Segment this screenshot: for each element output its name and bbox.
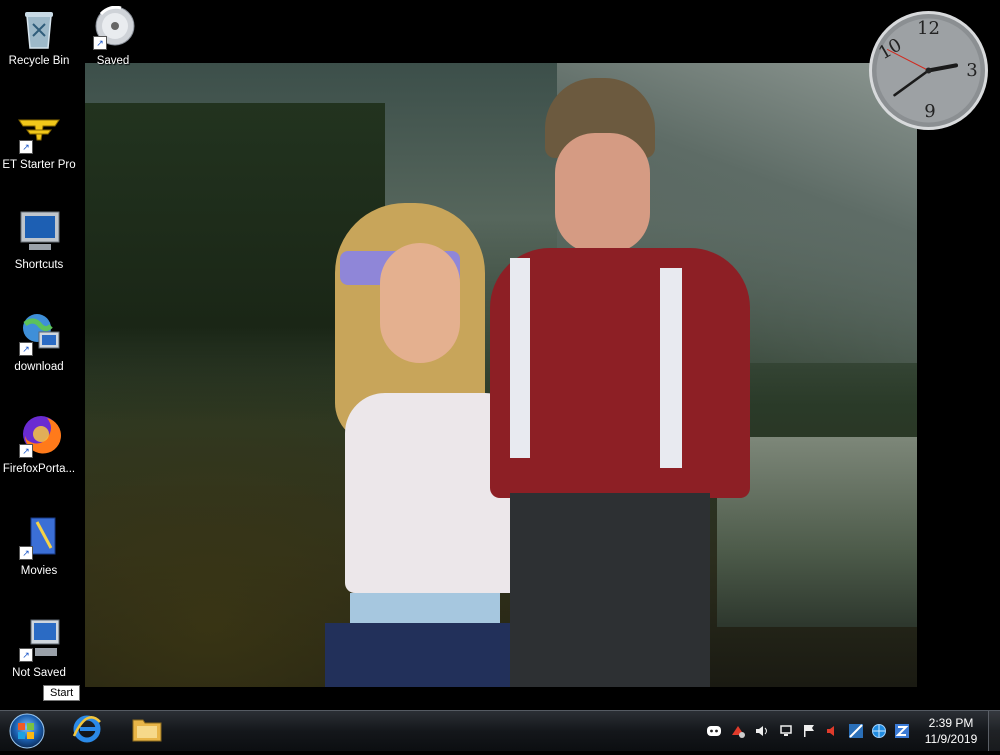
et-logo-icon: ↗ <box>17 110 61 154</box>
taskbar-internet-explorer[interactable] <box>62 714 112 748</box>
display-icon[interactable] <box>848 723 864 739</box>
woman-face <box>380 243 460 363</box>
desktop-icon-label: Movies <box>20 565 58 577</box>
man-pants <box>510 493 710 687</box>
desktop-wallpaper <box>85 63 917 687</box>
shortcut-arrow-icon: ↗ <box>93 36 107 50</box>
man-suspender-left <box>510 258 530 458</box>
network-icon[interactable] <box>778 723 794 739</box>
desktop-icon-label: Saved <box>96 55 130 67</box>
start-button[interactable] <box>4 712 50 750</box>
desktop-icon-recycle-bin[interactable]: Recycle Bin <box>0 6 78 68</box>
desktop-icon-label: Shortcuts <box>14 259 64 271</box>
tray-clock[interactable]: 2:39 PM 11/9/2019 <box>916 715 986 747</box>
desktop-icon-et-starter-pro[interactable]: ↗ ET Starter Pro <box>0 110 78 172</box>
desktop-icon-label: Not Saved <box>12 667 66 679</box>
wallpaper-man-figure <box>480 78 780 687</box>
desktop-icon-label: FirefoxPorta... <box>2 463 76 475</box>
clock-numeral: 3 <box>966 60 977 81</box>
tray-time: 2:39 PM <box>928 716 974 730</box>
folder-icon <box>131 714 163 749</box>
shortcut-arrow-icon: ↗ <box>19 444 33 458</box>
desktop-icon-label: ET Starter Pro <box>2 159 76 171</box>
z-icon[interactable] <box>894 723 910 739</box>
clock-numeral: 12 <box>917 18 940 39</box>
firefox-icon: ↗ <box>17 414 61 458</box>
desktop-icon-movies[interactable]: ↗ Movies <box>0 516 78 578</box>
volume-icon[interactable] <box>754 723 770 739</box>
desktop-icon-shortcuts[interactable]: Shortcuts <box>0 210 78 272</box>
clock-gadget[interactable]: 12 3 9 10 <box>868 10 989 131</box>
globe-icon[interactable] <box>871 723 887 739</box>
woman-sash <box>350 593 500 627</box>
clock-numeral: 9 <box>924 101 935 122</box>
desktop-icon-label: Recycle Bin <box>8 55 70 67</box>
shortcut-arrow-icon: ↗ <box>19 546 33 560</box>
taskbar: 2:39 PM 11/9/2019 <box>0 710 1000 751</box>
desktop-icon-download[interactable]: ↗ download <box>0 312 78 374</box>
disc-icon: ↗ <box>91 5 135 50</box>
discord-icon[interactable] <box>706 723 722 739</box>
shortcut-arrow-icon: ↗ <box>19 342 33 356</box>
man-suspender-right <box>660 268 682 468</box>
shortcut-arrow-icon: ↗ <box>19 648 33 662</box>
desktop-icon-saved[interactable]: ↗ Saved <box>74 5 152 68</box>
show-desktop-button[interactable] <box>988 711 1000 751</box>
computer-icon: ↗ <box>17 618 61 662</box>
speaker-icon[interactable] <box>824 723 840 739</box>
app-icon[interactable] <box>730 723 746 739</box>
desktop-icon-firefox-portable[interactable]: ↗ FirefoxPorta... <box>0 414 78 476</box>
flag-icon[interactable] <box>801 723 817 739</box>
start-tooltip: Start <box>43 685 81 701</box>
shortcut-arrow-icon: ↗ <box>19 140 33 154</box>
desktop-icon-not-saved[interactable]: ↗ Not Saved <box>0 618 78 680</box>
recycle-bin-icon <box>17 6 61 50</box>
document-icon: ↗ <box>17 516 61 560</box>
ie-icon <box>72 714 102 749</box>
desktop-icon-label: download <box>14 361 64 373</box>
monitor-icon <box>17 210 61 254</box>
network-globe-icon: ↗ <box>17 312 61 356</box>
man-face <box>555 133 650 253</box>
tray-date: 11/9/2019 <box>924 732 978 746</box>
taskbar-file-explorer[interactable] <box>122 714 172 748</box>
